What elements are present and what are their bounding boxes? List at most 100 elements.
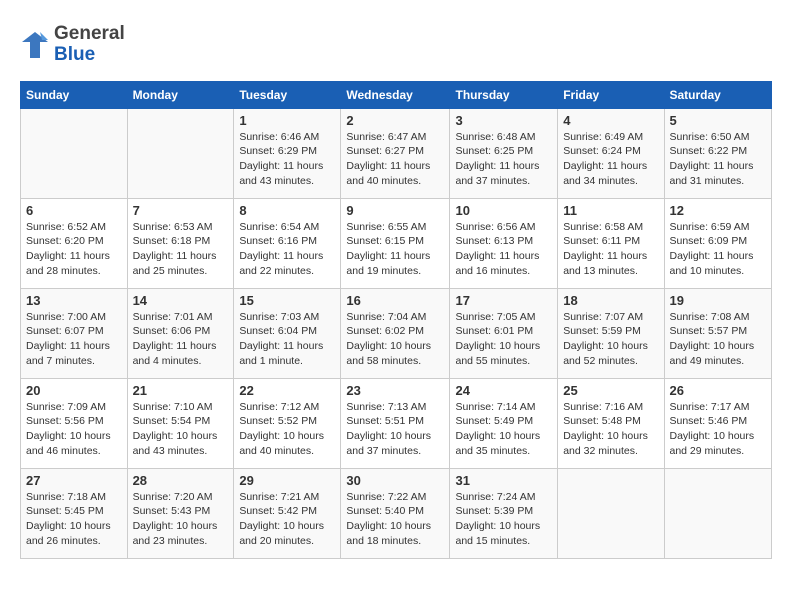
- day-info: Sunrise: 6:48 AMSunset: 6:25 PMDaylight:…: [455, 130, 552, 189]
- day-info: Sunrise: 7:17 AMSunset: 5:46 PMDaylight:…: [670, 400, 767, 459]
- day-info: Sunrise: 6:47 AMSunset: 6:27 PMDaylight:…: [346, 130, 444, 189]
- calendar-week-row: 27 Sunrise: 7:18 AMSunset: 5:45 PMDayligh…: [21, 468, 772, 558]
- calendar-table: SundayMondayTuesdayWednesdayThursdayFrid…: [20, 81, 772, 559]
- calendar-cell: 30 Sunrise: 7:22 AMSunset: 5:40 PMDayligh…: [341, 468, 450, 558]
- day-info: Sunrise: 7:12 AMSunset: 5:52 PMDaylight:…: [239, 400, 335, 459]
- weekday-header-cell: Sunday: [21, 81, 128, 108]
- day-number: 10: [455, 203, 552, 218]
- day-info: Sunrise: 7:18 AMSunset: 5:45 PMDaylight:…: [26, 490, 122, 549]
- day-info: Sunrise: 6:59 AMSunset: 6:09 PMDaylight:…: [670, 220, 767, 279]
- calendar-cell: 16 Sunrise: 7:04 AMSunset: 6:02 PMDayligh…: [341, 288, 450, 378]
- calendar-cell: [21, 108, 128, 198]
- day-info: Sunrise: 7:13 AMSunset: 5:51 PMDaylight:…: [346, 400, 444, 459]
- day-number: 2: [346, 113, 444, 128]
- calendar-week-row: 13 Sunrise: 7:00 AMSunset: 6:07 PMDayligh…: [21, 288, 772, 378]
- day-info: Sunrise: 7:03 AMSunset: 6:04 PMDaylight:…: [239, 310, 335, 369]
- calendar-cell: 21Sunrise: 7:10 AMSunset: 5:54 PMDayligh…: [127, 378, 234, 468]
- logo: General Blue: [20, 20, 125, 66]
- calendar-cell: 14 Sunrise: 7:01 AMSunset: 6:06 PMDayligh…: [127, 288, 234, 378]
- day-info: Sunrise: 7:09 AMSunset: 5:56 PMDaylight:…: [26, 400, 122, 459]
- day-info: Sunrise: 7:01 AMSunset: 6:06 PMDaylight:…: [133, 310, 229, 369]
- weekday-header-cell: Friday: [558, 81, 664, 108]
- logo-brand: General Blue: [20, 24, 125, 66]
- day-number: 29: [239, 473, 335, 488]
- calendar-cell: 28 Sunrise: 7:20 AMSunset: 5:43 PMDayligh…: [127, 468, 234, 558]
- calendar-cell: 20 Sunrise: 7:09 AMSunset: 5:56 PMDayligh…: [21, 378, 128, 468]
- calendar-cell: 26 Sunrise: 7:17 AMSunset: 5:46 PMDayligh…: [664, 378, 772, 468]
- day-number: 16: [346, 293, 444, 308]
- day-number: 5: [670, 113, 767, 128]
- day-info: Sunrise: 6:58 AMSunset: 6:11 PMDaylight:…: [563, 220, 658, 279]
- calendar-cell: 27 Sunrise: 7:18 AMSunset: 5:45 PMDayligh…: [21, 468, 128, 558]
- day-number: 20: [26, 383, 122, 398]
- day-info: Sunrise: 6:49 AMSunset: 6:24 PMDaylight:…: [563, 130, 658, 189]
- calendar-cell: 17 Sunrise: 7:05 AMSunset: 6:01 PMDayligh…: [450, 288, 558, 378]
- calendar-week-row: 1 Sunrise: 6:46 AMSunset: 6:29 PMDaylight…: [21, 108, 772, 198]
- day-number: 7: [133, 203, 229, 218]
- calendar-cell: 10Sunrise: 6:56 AMSunset: 6:13 PMDayligh…: [450, 198, 558, 288]
- day-number: 6: [26, 203, 122, 218]
- weekday-header-cell: Tuesday: [234, 81, 341, 108]
- day-number: 27: [26, 473, 122, 488]
- day-number: 23: [346, 383, 444, 398]
- calendar-cell: 6Sunrise: 6:52 AMSunset: 6:20 PMDaylight…: [21, 198, 128, 288]
- calendar-cell: 3 Sunrise: 6:48 AMSunset: 6:25 PMDaylight…: [450, 108, 558, 198]
- day-info: Sunrise: 6:50 AMSunset: 6:22 PMDaylight:…: [670, 130, 767, 189]
- day-info: Sunrise: 7:08 AMSunset: 5:57 PMDaylight:…: [670, 310, 767, 369]
- calendar-cell: 24 Sunrise: 7:14 AMSunset: 5:49 PMDayligh…: [450, 378, 558, 468]
- day-number: 8: [239, 203, 335, 218]
- day-info: Sunrise: 7:07 AMSunset: 5:59 PMDaylight:…: [563, 310, 658, 369]
- day-number: 13: [26, 293, 122, 308]
- day-number: 18: [563, 293, 658, 308]
- day-number: 28: [133, 473, 229, 488]
- day-number: 25: [563, 383, 658, 398]
- day-info: Sunrise: 7:00 AMSunset: 6:07 PMDaylight:…: [26, 310, 122, 369]
- calendar-cell: 2 Sunrise: 6:47 AMSunset: 6:27 PMDaylight…: [341, 108, 450, 198]
- calendar-cell: 11 Sunrise: 6:58 AMSunset: 6:11 PMDayligh…: [558, 198, 664, 288]
- calendar-cell: 15 Sunrise: 7:03 AMSunset: 6:04 PMDayligh…: [234, 288, 341, 378]
- day-number: 1: [239, 113, 335, 128]
- day-info: Sunrise: 7:05 AMSunset: 6:01 PMDaylight:…: [455, 310, 552, 369]
- calendar-cell: 4 Sunrise: 6:49 AMSunset: 6:24 PMDaylight…: [558, 108, 664, 198]
- calendar-week-row: 6Sunrise: 6:52 AMSunset: 6:20 PMDaylight…: [21, 198, 772, 288]
- day-number: 24: [455, 383, 552, 398]
- calendar-cell: 23 Sunrise: 7:13 AMSunset: 5:51 PMDayligh…: [341, 378, 450, 468]
- calendar-body: 1 Sunrise: 6:46 AMSunset: 6:29 PMDaylight…: [21, 108, 772, 558]
- day-number: 26: [670, 383, 767, 398]
- calendar-week-row: 20 Sunrise: 7:09 AMSunset: 5:56 PMDayligh…: [21, 378, 772, 468]
- calendar-cell: 9Sunrise: 6:55 AMSunset: 6:15 PMDaylight…: [341, 198, 450, 288]
- day-info: Sunrise: 7:22 AMSunset: 5:40 PMDaylight:…: [346, 490, 444, 549]
- calendar-cell: 8 Sunrise: 6:54 AMSunset: 6:16 PMDaylight…: [234, 198, 341, 288]
- weekday-header-cell: Monday: [127, 81, 234, 108]
- day-info: Sunrise: 7:21 AMSunset: 5:42 PMDaylight:…: [239, 490, 335, 549]
- calendar-cell: 19Sunrise: 7:08 AMSunset: 5:57 PMDayligh…: [664, 288, 772, 378]
- weekday-header-cell: Thursday: [450, 81, 558, 108]
- calendar-cell: 31Sunrise: 7:24 AMSunset: 5:39 PMDayligh…: [450, 468, 558, 558]
- day-info: Sunrise: 7:20 AMSunset: 5:43 PMDaylight:…: [133, 490, 229, 549]
- day-number: 12: [670, 203, 767, 218]
- day-number: 4: [563, 113, 658, 128]
- calendar-cell: [558, 468, 664, 558]
- day-number: 17: [455, 293, 552, 308]
- day-info: Sunrise: 7:14 AMSunset: 5:49 PMDaylight:…: [455, 400, 552, 459]
- day-number: 14: [133, 293, 229, 308]
- calendar-cell: 18 Sunrise: 7:07 AMSunset: 5:59 PMDayligh…: [558, 288, 664, 378]
- calendar-cell: 12 Sunrise: 6:59 AMSunset: 6:09 PMDayligh…: [664, 198, 772, 288]
- calendar-cell: 7 Sunrise: 6:53 AMSunset: 6:18 PMDaylight…: [127, 198, 234, 288]
- calendar-cell: [127, 108, 234, 198]
- calendar-cell: 5 Sunrise: 6:50 AMSunset: 6:22 PMDaylight…: [664, 108, 772, 198]
- day-info: Sunrise: 6:54 AMSunset: 6:16 PMDaylight:…: [239, 220, 335, 279]
- calendar-cell: 13 Sunrise: 7:00 AMSunset: 6:07 PMDayligh…: [21, 288, 128, 378]
- day-info: Sunrise: 6:55 AMSunset: 6:15 PMDaylight:…: [346, 220, 444, 279]
- day-number: 30: [346, 473, 444, 488]
- weekday-header-cell: Wednesday: [341, 81, 450, 108]
- logo-bird-icon: [20, 30, 50, 60]
- calendar-cell: [664, 468, 772, 558]
- day-number: 15: [239, 293, 335, 308]
- day-number: 3: [455, 113, 552, 128]
- day-info: Sunrise: 6:53 AMSunset: 6:18 PMDaylight:…: [133, 220, 229, 279]
- day-number: 11: [563, 203, 658, 218]
- day-info: Sunrise: 7:04 AMSunset: 6:02 PMDaylight:…: [346, 310, 444, 369]
- day-info: Sunrise: 6:46 AMSunset: 6:29 PMDaylight:…: [239, 130, 335, 189]
- day-number: 31: [455, 473, 552, 488]
